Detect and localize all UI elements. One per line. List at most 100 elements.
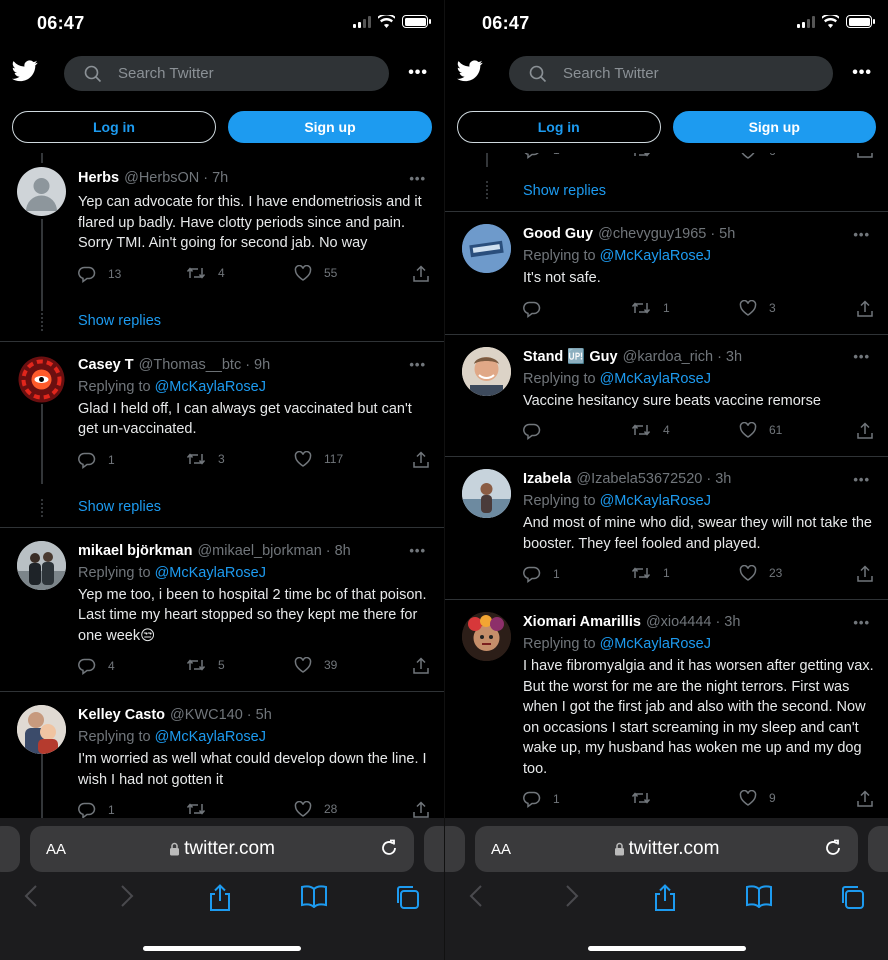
- tweet-time[interactable]: 3h: [726, 349, 742, 365]
- reply-button[interactable]: 1: [523, 153, 560, 159]
- retweet-button[interactable]: [631, 153, 651, 164]
- search-box[interactable]: [64, 56, 389, 91]
- tweet-more-icon[interactable]: •••: [853, 472, 870, 487]
- bookmarks-icon[interactable]: [745, 884, 773, 908]
- author-handle[interactable]: @Izabela53672520: [576, 471, 702, 487]
- next-tab-preview[interactable]: [868, 826, 888, 872]
- like-button[interactable]: 61: [739, 422, 782, 438]
- twitter-bird-icon[interactable]: [12, 60, 38, 82]
- tweet-more-icon[interactable]: •••: [409, 171, 426, 186]
- tweet-more-icon[interactable]: •••: [853, 615, 870, 630]
- show-replies-link[interactable]: Show replies: [0, 299, 444, 341]
- retweet-button[interactable]: 1: [631, 565, 670, 581]
- retweet-button[interactable]: 5: [186, 657, 225, 673]
- forward-icon[interactable]: [120, 884, 134, 908]
- signup-button[interactable]: Sign up: [228, 111, 432, 143]
- more-options-icon[interactable]: •••: [408, 64, 428, 82]
- author-name[interactable]: Izabela: [523, 471, 571, 487]
- avatar[interactable]: [17, 540, 66, 590]
- like-button[interactable]: 117: [294, 450, 343, 467]
- author-handle[interactable]: @KWC140: [170, 707, 243, 723]
- retweet-button[interactable]: 4: [631, 422, 670, 438]
- avatar[interactable]: [462, 469, 511, 518]
- reply-button[interactable]: 1: [78, 801, 115, 818]
- mention-link[interactable]: @McKaylaRoseJ: [600, 371, 711, 387]
- like-button[interactable]: 55: [294, 264, 337, 281]
- retweet-button[interactable]: 3: [186, 451, 225, 467]
- show-replies-link[interactable]: Show replies: [445, 167, 888, 211]
- share-button[interactable]: [412, 450, 430, 469]
- timeline-feed[interactable]: Herbs @HerbsON · 7h ••• Yep can advocate…: [0, 153, 444, 818]
- reply-button[interactable]: 13: [78, 265, 121, 283]
- reply-button[interactable]: [523, 422, 553, 440]
- share-button[interactable]: [856, 299, 874, 318]
- share-button[interactable]: [856, 790, 874, 808]
- avatar[interactable]: [17, 705, 66, 754]
- mention-link[interactable]: @McKaylaRoseJ: [600, 636, 711, 652]
- author-name[interactable]: mikael björkman: [78, 543, 192, 559]
- retweet-button[interactable]: 1: [631, 300, 670, 316]
- tweet-more-icon[interactable]: •••: [409, 357, 426, 372]
- tweet-time[interactable]: 5h: [256, 707, 272, 723]
- tweet[interactable]: Stand 🆙 Guy @kardoa_rich · 3h ••• Replyi…: [445, 335, 888, 447]
- mention-link[interactable]: @McKaylaRoseJ: [155, 729, 266, 745]
- tweet[interactable]: Herbs @HerbsON · 7h ••• Yep can advocate…: [0, 153, 444, 311]
- like-button[interactable]: 3: [739, 299, 776, 316]
- timeline-feed[interactable]: 1 6 Show replies Good Guy @chevyguy1965 …: [445, 153, 888, 818]
- url-text[interactable]: twitter.com: [184, 838, 275, 860]
- back-icon[interactable]: [469, 884, 483, 908]
- share-button[interactable]: [412, 801, 430, 818]
- retweet-button[interactable]: 4: [186, 265, 225, 281]
- address-bar[interactable]: AA twitter.com: [475, 826, 858, 872]
- tweet-time[interactable]: 5h: [719, 226, 735, 242]
- login-button[interactable]: Log in: [457, 111, 661, 143]
- reply-button[interactable]: 1: [523, 565, 560, 583]
- search-input[interactable]: [118, 65, 358, 82]
- share-button[interactable]: [856, 422, 874, 440]
- author-name[interactable]: Good Guy: [523, 226, 593, 242]
- reload-icon[interactable]: [378, 837, 400, 859]
- tweet[interactable]: Kelley Casto @KWC140 · 5h Replying to @M…: [0, 692, 444, 818]
- reader-text-size-button[interactable]: AA: [46, 841, 66, 858]
- tabs-icon[interactable]: [839, 884, 865, 910]
- reader-text-size-button[interactable]: AA: [491, 841, 511, 858]
- reply-button[interactable]: 1: [523, 790, 560, 808]
- author-name[interactable]: Herbs: [78, 170, 119, 186]
- tweet-more-icon[interactable]: •••: [409, 543, 426, 558]
- tweet-time[interactable]: 9h: [254, 357, 270, 373]
- share-sheet-icon[interactable]: [653, 884, 677, 912]
- address-bar[interactable]: AA twitter.com: [30, 826, 414, 872]
- avatar[interactable]: [462, 612, 511, 661]
- like-button[interactable]: 39: [294, 657, 337, 673]
- share-button[interactable]: [412, 657, 430, 675]
- mention-link[interactable]: @McKaylaRoseJ: [600, 248, 711, 264]
- tabs-icon[interactable]: [394, 884, 420, 910]
- bookmarks-icon[interactable]: [300, 884, 328, 908]
- avatar[interactable]: [462, 224, 511, 273]
- share-sheet-icon[interactable]: [208, 884, 232, 912]
- reload-icon[interactable]: [822, 837, 844, 859]
- author-name[interactable]: Stand 🆙 Guy: [523, 348, 618, 365]
- share-button[interactable]: [856, 565, 874, 583]
- avatar[interactable]: [462, 346, 511, 396]
- author-handle[interactable]: @kardoa_rich: [623, 349, 713, 365]
- retweet-button[interactable]: [186, 801, 218, 817]
- tweet-time[interactable]: 3h: [724, 614, 740, 630]
- tweet[interactable]: mikael björkman @mikael_bjorkman · 8h ••…: [0, 528, 444, 682]
- reply-button[interactable]: 1: [78, 451, 115, 469]
- tweet-more-icon[interactable]: •••: [853, 349, 870, 364]
- show-replies-link[interactable]: Show replies: [0, 485, 444, 527]
- search-input[interactable]: [563, 65, 803, 82]
- tweet-time[interactable]: 3h: [715, 471, 731, 487]
- share-button[interactable]: [856, 153, 874, 164]
- twitter-bird-icon[interactable]: [457, 60, 483, 82]
- like-button[interactable]: 6: [739, 153, 776, 159]
- tweet-time[interactable]: 8h: [335, 543, 351, 559]
- author-handle[interactable]: @xio4444: [646, 614, 712, 630]
- author-handle[interactable]: @Thomas__btc: [139, 357, 242, 373]
- avatar[interactable]: [17, 354, 66, 404]
- avatar[interactable]: [17, 167, 66, 216]
- url-text[interactable]: twitter.com: [629, 838, 720, 860]
- like-button[interactable]: 28: [294, 801, 337, 817]
- mention-link[interactable]: @McKaylaRoseJ: [155, 379, 266, 395]
